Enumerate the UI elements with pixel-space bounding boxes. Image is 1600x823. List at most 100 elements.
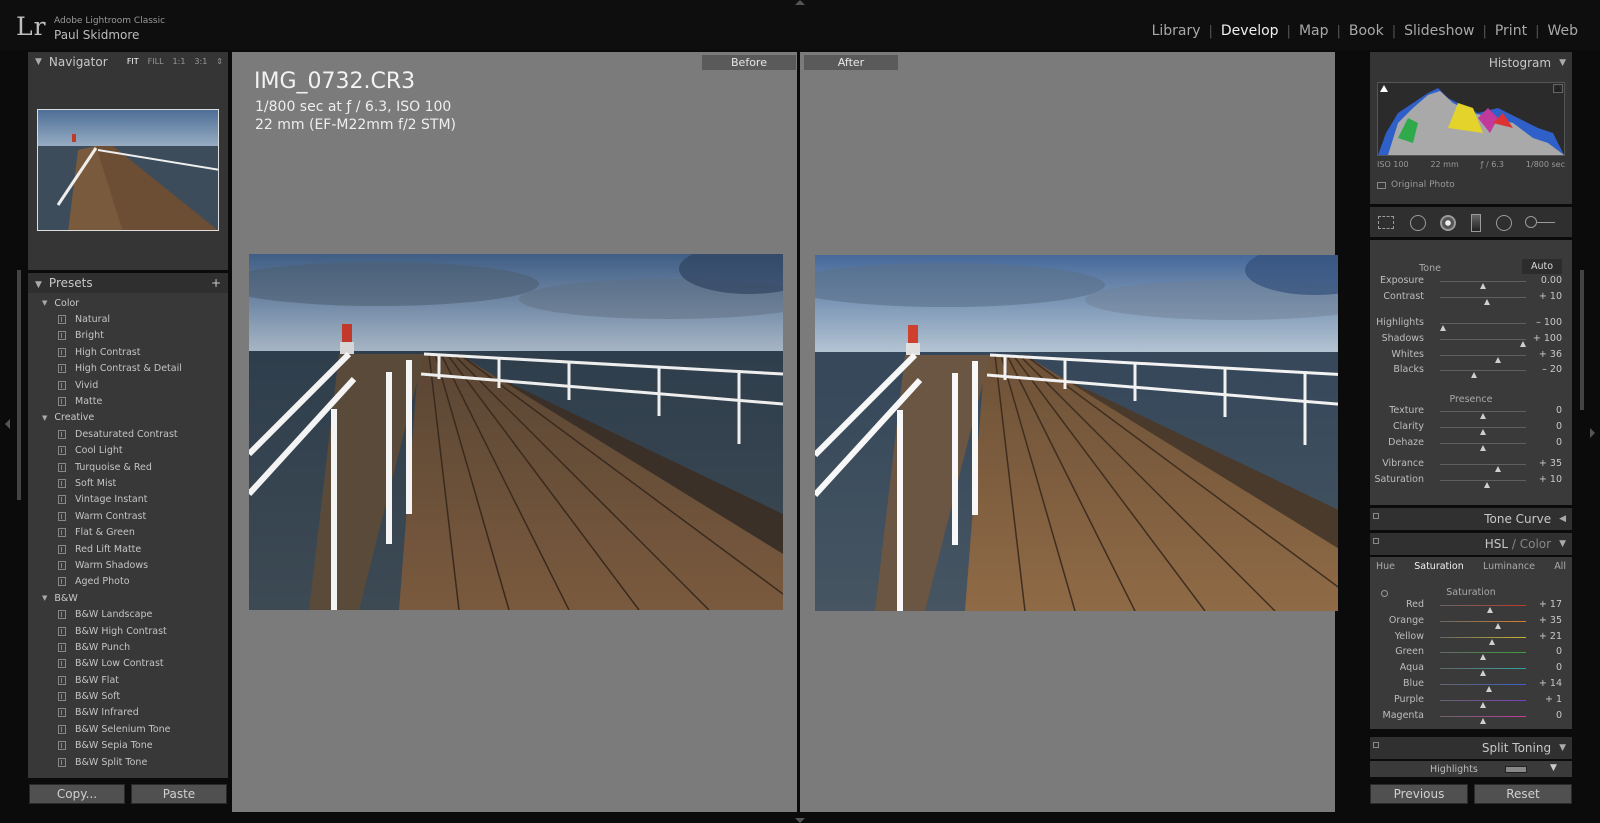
highlights-color-swatch[interactable] <box>1505 766 1527 773</box>
preset-group-color[interactable]: ▼ Color <box>28 295 228 311</box>
navigator-thumbnail[interactable] <box>37 109 219 231</box>
preset-item[interactable]: Vintage Instant <box>28 492 228 508</box>
slider-purple[interactable]: Purple + 1 <box>1370 694 1572 708</box>
slider-knob[interactable] <box>1480 413 1486 419</box>
slider-aqua[interactable]: Aqua 0 <box>1370 662 1572 677</box>
slider-knob[interactable] <box>1494 622 1501 629</box>
histogram-header[interactable]: Histogram ▼ <box>1370 52 1572 74</box>
crop-overlay-icon[interactable] <box>1378 216 1394 229</box>
preset-item[interactable]: B&W Infrared <box>28 705 228 721</box>
slider-track[interactable] <box>1439 323 1526 331</box>
slider-texture[interactable]: Texture 0 <box>1370 405 1572 419</box>
slider-track[interactable] <box>1440 699 1526 708</box>
slider-dehaze[interactable]: Dehaze 0 <box>1370 437 1572 451</box>
slider-whites[interactable]: Whites + 36 <box>1370 349 1572 363</box>
preset-item[interactable]: Matte <box>28 393 228 409</box>
presets-header[interactable]: ▼ Presets + <box>28 273 228 293</box>
slider-track[interactable] <box>1440 652 1526 661</box>
slider-track[interactable] <box>1440 684 1526 692</box>
slider-yellow[interactable]: Yellow + 21 <box>1370 631 1572 645</box>
slider-track[interactable] <box>1440 442 1526 451</box>
slider-track[interactable] <box>1440 620 1526 629</box>
auto-tone-button[interactable]: Auto <box>1522 259 1562 274</box>
after-photo[interactable] <box>815 255 1349 611</box>
tone-curve-header[interactable]: Tone Curve ◀ <box>1370 508 1572 530</box>
slider-knob[interactable] <box>1480 428 1486 435</box>
slider-track[interactable] <box>1440 370 1526 379</box>
add-preset-icon[interactable]: + <box>211 276 221 290</box>
preset-group-creative[interactable]: ▼ Creative <box>28 410 228 426</box>
preset-item[interactable]: High Contrast <box>28 344 228 360</box>
slider-knob[interactable] <box>1484 298 1491 305</box>
slider-contrast[interactable]: Contrast + 10 <box>1370 291 1572 305</box>
preset-item[interactable]: Turquoise & Red <box>28 459 228 475</box>
preset-item[interactable]: B&W Soft <box>28 688 228 704</box>
slider-clarity[interactable]: Clarity 0 <box>1370 421 1572 435</box>
adjustment-brush-icon[interactable] <box>1525 216 1555 228</box>
panel-switch-icon[interactable] <box>1373 742 1379 748</box>
zoom-option-3[interactable]: 1:1 <box>173 57 186 66</box>
slider-knob[interactable] <box>1471 372 1478 379</box>
preset-item[interactable]: Bright <box>28 328 228 344</box>
preset-item[interactable]: Cool Light <box>28 443 228 459</box>
preset-item[interactable]: Red Lift Matte <box>28 541 228 557</box>
slider-track[interactable] <box>1440 281 1526 289</box>
slider-knob[interactable] <box>1494 466 1501 472</box>
left-panel-scrollbar[interactable] <box>17 270 21 500</box>
reset-button[interactable]: Reset <box>1474 784 1572 804</box>
preset-item[interactable]: B&W Sepia Tone <box>28 738 228 754</box>
preset-item[interactable]: Flat & Green <box>28 524 228 540</box>
highlight-clipping-icon[interactable] <box>1553 84 1563 93</box>
collapse-right-panel-icon[interactable] <box>1590 428 1595 438</box>
slider-track[interactable] <box>1440 605 1526 613</box>
module-slideshow[interactable]: Slideshow <box>1396 23 1482 39</box>
slider-knob[interactable] <box>1480 283 1486 289</box>
slider-exposure[interactable]: Exposure 0.00 <box>1370 275 1572 289</box>
slider-track[interactable] <box>1440 464 1526 472</box>
slider-track[interactable] <box>1440 296 1526 305</box>
graduated-filter-icon[interactable] <box>1471 214 1481 232</box>
shadow-clipping-icon[interactable] <box>1380 85 1388 92</box>
slider-track[interactable] <box>1440 479 1526 488</box>
slider-knob[interactable] <box>1520 340 1527 347</box>
original-photo-toggle[interactable]: Original Photo <box>1377 180 1455 190</box>
radial-filter-icon[interactable] <box>1496 215 1512 231</box>
previous-button[interactable]: Previous <box>1370 784 1468 804</box>
preset-group-bw[interactable]: ▼ B&W <box>28 590 228 606</box>
preset-item[interactable]: B&W Punch <box>28 639 228 655</box>
slider-knob[interactable] <box>1486 686 1493 692</box>
histogram-graph[interactable] <box>1377 82 1565 156</box>
right-panel-scrollbar[interactable] <box>1580 270 1584 410</box>
slider-track[interactable] <box>1440 668 1526 677</box>
spot-removal-icon[interactable] <box>1410 215 1426 231</box>
slider-magenta[interactable]: Magenta 0 <box>1370 710 1572 724</box>
module-map[interactable]: Map <box>1291 23 1337 39</box>
module-library[interactable]: Library <box>1144 23 1209 39</box>
slider-knob[interactable] <box>1486 607 1493 613</box>
red-eye-icon[interactable] <box>1440 215 1456 231</box>
slider-track[interactable] <box>1440 354 1526 363</box>
slider-shadows[interactable]: Shadows + 100 <box>1370 333 1572 347</box>
preset-item[interactable]: Soft Mist <box>28 475 228 491</box>
slider-knob[interactable] <box>1484 481 1491 488</box>
hsl-tab-hue[interactable]: Hue <box>1376 561 1395 572</box>
module-web[interactable]: Web <box>1539 23 1586 39</box>
slider-knob[interactable] <box>1480 444 1486 451</box>
preset-item[interactable]: B&W High Contrast <box>28 623 228 639</box>
slider-track[interactable] <box>1440 636 1526 645</box>
preset-item[interactable]: B&W Split Tone <box>28 754 228 770</box>
zoom-option-2[interactable]: FILL <box>148 57 164 66</box>
preset-item[interactable]: B&W Flat <box>28 672 228 688</box>
original-photo-checkbox[interactable] <box>1377 181 1386 189</box>
preset-item[interactable]: B&W Landscape <box>28 606 228 622</box>
slider-knob[interactable] <box>1480 654 1486 661</box>
collapse-filmstrip-icon[interactable] <box>795 818 805 823</box>
slider-knob[interactable] <box>1439 325 1446 331</box>
hsl-tab-saturation[interactable]: Saturation <box>1414 561 1464 572</box>
before-photo[interactable] <box>249 254 783 610</box>
preset-item[interactable]: Vivid <box>28 377 228 393</box>
hsl-tab-all[interactable]: All <box>1554 561 1566 572</box>
slider-track[interactable] <box>1440 411 1526 419</box>
slider-knob[interactable] <box>1495 356 1502 363</box>
slider-knob[interactable] <box>1480 717 1486 724</box>
